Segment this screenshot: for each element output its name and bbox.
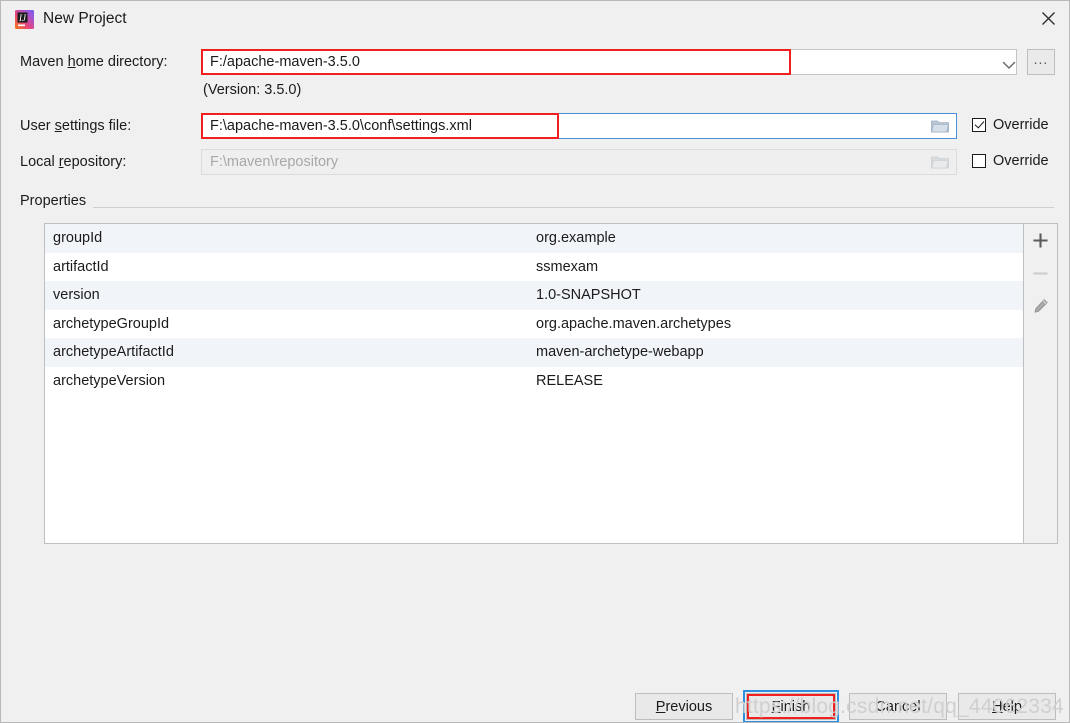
chevron-down-icon[interactable] <box>1002 58 1016 70</box>
property-key: artifactId <box>53 258 109 275</box>
property-value: maven-archetype-webapp <box>536 344 704 361</box>
button-label: elp <box>1002 698 1022 715</box>
user-settings-label: User settings file: <box>20 118 131 134</box>
label-mnemonic: s <box>54 118 62 134</box>
folder-icon[interactable] <box>930 119 950 133</box>
user-settings-override-checkbox[interactable]: Override <box>972 117 1049 133</box>
pencil-icon <box>1033 298 1049 318</box>
edit-property-button[interactable] <box>1027 296 1055 320</box>
checkbox-indicator <box>972 154 986 168</box>
button-label: revious <box>665 698 713 715</box>
user-settings-value: F:\apache-maven-3.5.0\conf\settings.xml <box>210 118 472 134</box>
button-mnemonic: F <box>771 698 781 715</box>
property-key: archetypeGroupId <box>53 315 170 332</box>
label-part-pre: Maven <box>20 54 68 70</box>
finish-button[interactable]: Finish <box>746 693 836 720</box>
intellij-idea-icon: IJ <box>15 10 34 29</box>
property-value: org.example <box>536 230 616 247</box>
button-mnemonic: H <box>992 698 1003 715</box>
button-label: Cancel <box>875 698 921 715</box>
label-part-post: ettings file: <box>61 118 132 134</box>
button-mnemonic: P <box>655 698 666 715</box>
label-part-pre: User <box>20 118 55 134</box>
local-repository-label: Local repository: <box>20 154 126 170</box>
table-row[interactable]: archetypeArtifactId maven-archetype-weba… <box>45 338 1023 367</box>
maven-version-note: (Version: 3.5.0) <box>203 82 301 98</box>
page-title: New Project <box>43 10 127 27</box>
local-repository-override-checkbox[interactable]: Override <box>972 153 1049 169</box>
property-key: groupId <box>53 230 103 247</box>
add-property-button[interactable] <box>1027 230 1055 254</box>
property-value: ssmexam <box>536 258 599 275</box>
local-repository-value: F:\maven\repository <box>210 154 339 170</box>
properties-caption: Properties <box>20 193 94 209</box>
folder-icon <box>930 155 950 169</box>
table-row[interactable]: archetypeVersion RELEASE <box>45 366 1023 395</box>
maven-home-value: F:/apache-maven-3.5.0 <box>210 54 360 70</box>
maven-home-combo-input[interactable]: F:/apache-maven-3.5.0 <box>201 49 1017 75</box>
close-icon[interactable] <box>1025 1 1069 35</box>
property-value: 1.0-SNAPSHOT <box>536 287 641 304</box>
label-part-pre: Local <box>20 154 59 170</box>
maven-home-label: Maven home directory: <box>20 54 168 70</box>
checkbox-indicator <box>972 118 986 132</box>
svg-text:IJ: IJ <box>18 13 27 23</box>
previous-button[interactable]: Previous <box>635 693 733 720</box>
table-row[interactable]: archetypeGroupId org.apache.maven.archet… <box>45 309 1023 338</box>
local-repository-input: F:\maven\repository <box>201 149 957 175</box>
table-row[interactable]: artifactId ssmexam <box>45 252 1023 281</box>
title-bar: IJ New Project <box>1 1 1069 39</box>
properties-table[interactable]: groupId org.example artifactId ssmexam v… <box>44 223 1024 544</box>
property-value: org.apache.maven.archetypes <box>536 315 732 332</box>
property-key: archetypeVersion <box>53 372 166 389</box>
button-label: inish <box>780 698 811 715</box>
label-part-post: epository: <box>63 154 127 170</box>
user-settings-input[interactable]: F:\apache-maven-3.5.0\conf\settings.xml <box>201 113 957 139</box>
properties-toolbar <box>1024 223 1058 544</box>
properties-separator <box>20 207 1054 208</box>
table-row[interactable]: version 1.0-SNAPSHOT <box>45 281 1023 310</box>
browse-button-label: ... <box>1033 51 1049 67</box>
property-key: archetypeArtifactId <box>53 344 174 361</box>
version-text: (Version: 3.5.0) <box>203 82 302 98</box>
property-value: RELEASE <box>536 372 603 389</box>
table-row[interactable]: groupId org.example <box>45 224 1023 253</box>
plus-icon <box>1033 232 1048 252</box>
new-project-dialog: IJ New Project Maven home directory: F:/… <box>0 0 1070 723</box>
cancel-button[interactable]: Cancel <box>849 693 947 720</box>
help-button[interactable]: Help <box>958 693 1056 720</box>
label-mnemonic: h <box>67 54 76 70</box>
checkbox-label: Override <box>993 117 1049 133</box>
browse-button[interactable]: ... <box>1027 49 1055 75</box>
remove-property-button <box>1027 263 1055 287</box>
minus-icon <box>1033 266 1048 285</box>
checkbox-label: Override <box>993 153 1049 169</box>
label-part-post: ome directory: <box>75 54 168 70</box>
property-key: version <box>53 287 100 304</box>
